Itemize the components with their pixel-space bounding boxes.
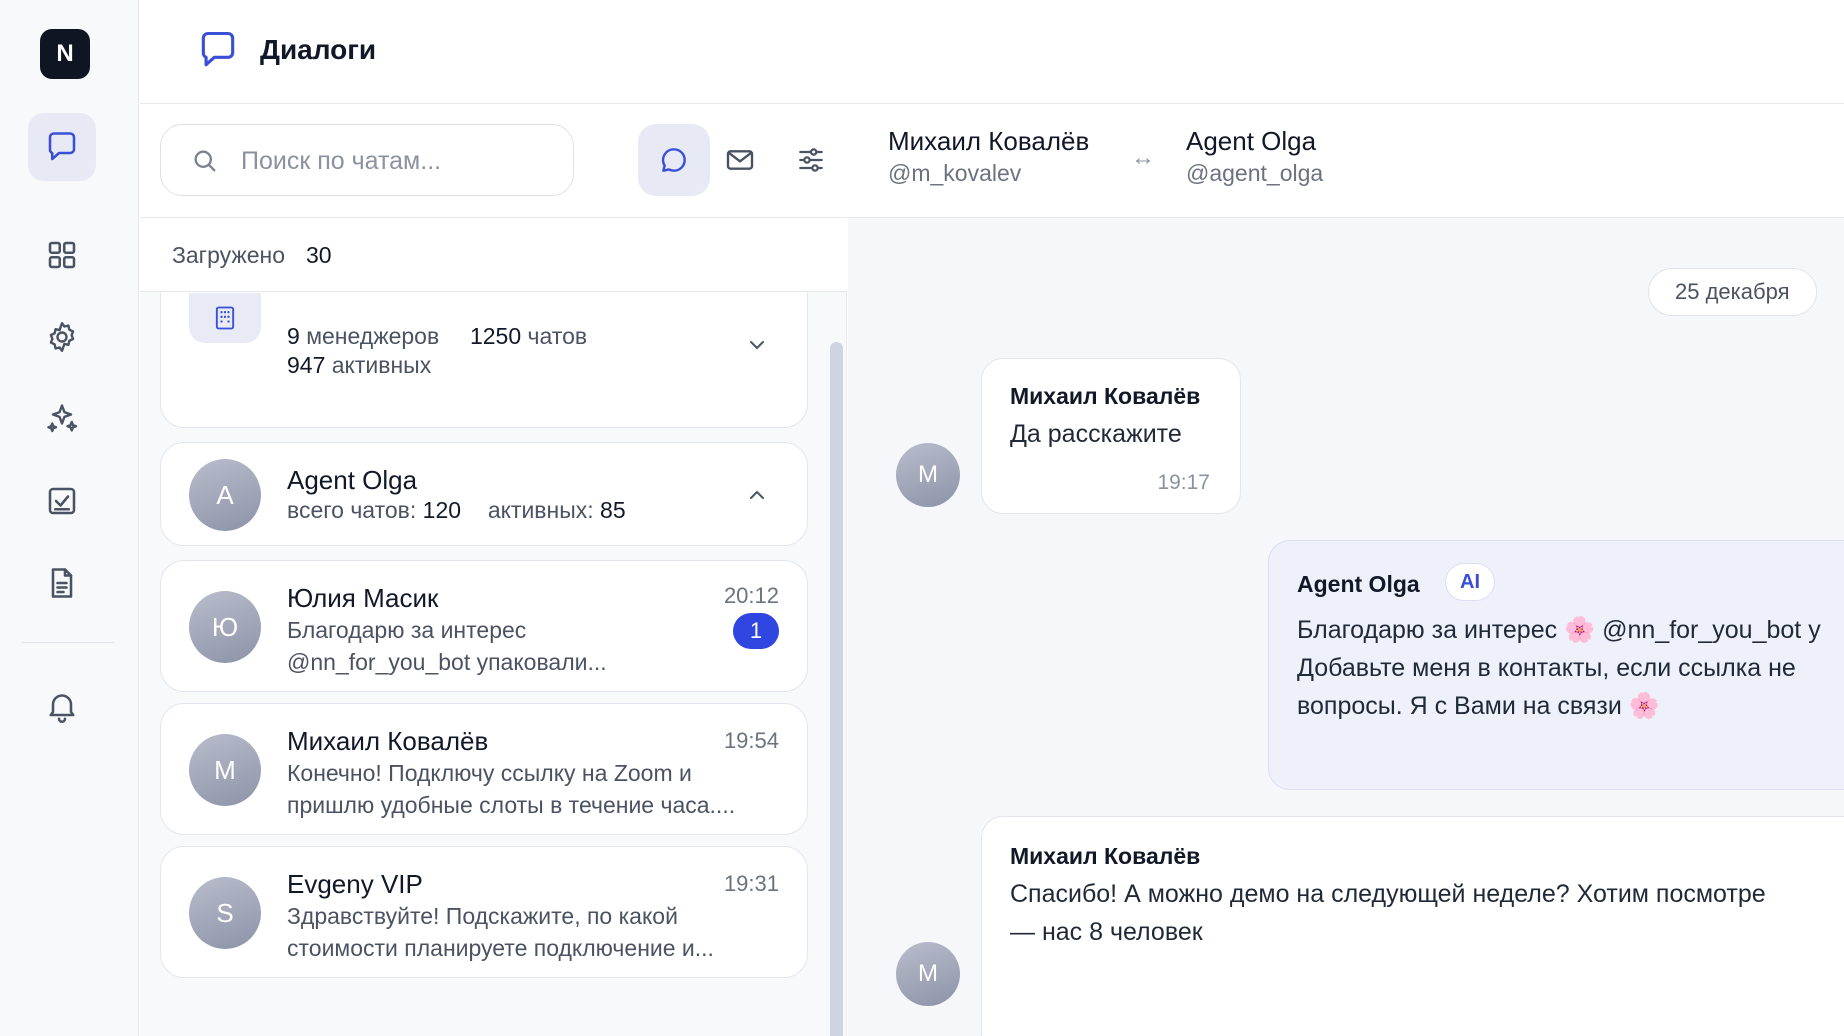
filter-mail-button[interactable]	[704, 124, 776, 196]
chat-preview: Конечно! Подключу ссылку на Zoom и пришл…	[287, 760, 736, 818]
conversation-header: Михаил Ковалёв @m_kovalev ↔ Agent Olga @…	[848, 104, 1844, 218]
chat-list[interactable]: 9 менеджеров 1250 чатов 947 активных A A…	[140, 292, 847, 1036]
sidebar-divider	[22, 642, 114, 643]
page-title: Диалоги	[260, 34, 377, 65]
gear-icon	[49, 322, 75, 352]
message-thread[interactable]: 25 декабря М Михаил Ковалёв Да расскажит…	[848, 218, 1844, 1036]
chat-preview: Благодарю за интерес @nn_for_you_bot упа…	[287, 617, 607, 675]
chat-name: Юлия Масик	[287, 583, 439, 613]
message-text: Спасибо! А можно демо на следующей недел…	[1010, 880, 1766, 946]
search-box[interactable]	[160, 124, 574, 196]
loaded-count: 30	[306, 242, 332, 268]
chat-list-item[interactable]: S Evgeny VIP 19:31 Здравствуйте! Подскаж…	[160, 846, 808, 978]
chat-bubble-icon	[201, 31, 235, 67]
avatar: S	[189, 877, 261, 949]
message-author: Михаил Ковалёв	[1010, 383, 1201, 409]
mail-icon	[726, 150, 754, 170]
chat-name: Evgeny VIP	[287, 869, 423, 899]
sliders-icon	[799, 148, 823, 172]
search-input[interactable]	[241, 143, 561, 179]
sparkles-icon	[47, 404, 78, 433]
chat-bubble-icon	[661, 148, 686, 172]
chat-time: 20:12	[723, 583, 779, 608]
chevron-up-icon[interactable]	[745, 483, 769, 507]
ai-badge: AI	[1445, 563, 1495, 601]
agent-name: Agent Olga	[287, 465, 418, 495]
org-stats-line2: 947 активных	[287, 352, 432, 378]
participant-handle: @m_kovalev	[888, 160, 1022, 186]
message-author: Agent Olga	[1297, 571, 1420, 597]
chat-bubble-icon	[48, 132, 76, 161]
sidebar-item-notifications[interactable]	[28, 672, 96, 740]
avatar: A	[189, 459, 261, 531]
message-text: Да расскажите	[1010, 420, 1182, 448]
org-stats-line1: 9 менеджеров 1250 чатов	[287, 323, 588, 349]
bell-icon	[49, 694, 75, 723]
sidebar-item-ai[interactable]	[28, 385, 96, 453]
message-text: Благодарю за интерес 🌸 @nn_for_you_bot y…	[1297, 616, 1821, 720]
agent-stats: всего чатов: 120 активных: 85	[287, 497, 626, 523]
sidebar-item-settings[interactable]	[28, 303, 96, 371]
sidebar-item-dashboard[interactable]	[28, 221, 96, 289]
agent-name: Agent Olga	[1186, 126, 1317, 156]
sidebar-item-documents[interactable]	[28, 549, 96, 617]
message-bubble: Михаил Ковалёв Да расскажите 19:17	[981, 358, 1241, 514]
chevron-down-icon[interactable]	[745, 333, 769, 357]
filter-chats-button[interactable]	[638, 124, 710, 196]
sidebar-item-tasks[interactable]	[28, 467, 96, 535]
message-bubble: Михаил Ковалёв Спасибо! А можно демо на …	[981, 816, 1844, 1036]
message-time: 19:17	[1157, 471, 1210, 494]
sidebar-item-chats[interactable]	[28, 113, 96, 181]
building-icon	[189, 293, 261, 343]
loaded-label: Загружено	[172, 242, 286, 268]
arrows-icon: ↔	[1131, 144, 1155, 171]
avatar: М	[896, 443, 960, 507]
participant-name: Михаил Ковалёв	[888, 126, 1090, 156]
chat-list-item[interactable]: Ю Юлия Масик 20:12 Благодарю за интерес …	[160, 560, 808, 692]
chat-time: 19:54	[723, 728, 779, 753]
loaded-count-bar: Загружено 30	[140, 218, 847, 292]
chat-list-panel: Загружено 30 9 менеджеров 1250 чатов 947…	[140, 104, 847, 1036]
avatar: М	[896, 942, 960, 1006]
avatar: М	[189, 734, 261, 806]
grid-icon	[48, 241, 76, 269]
message-author: Михаил Ковалёв	[1010, 843, 1201, 869]
app-logo[interactable]: N	[40, 29, 90, 79]
agent-handle: @agent_olga	[1186, 160, 1324, 186]
date-separator: 25 декабря	[1648, 268, 1817, 316]
agent-group-card[interactable]: A Agent Olga всего чатов: 120 активных: …	[160, 442, 808, 546]
filter-settings-button[interactable]	[775, 124, 847, 196]
scrollbar[interactable]	[830, 342, 843, 1036]
org-group-card[interactable]: 9 менеджеров 1250 чатов 947 активных	[160, 292, 808, 428]
message-bubble-ai: Agent Olga AI Благодарю за интерес 🌸 @nn…	[1268, 540, 1844, 790]
page-header: Диалоги	[140, 0, 1844, 104]
chat-name: Михаил Ковалёв	[287, 726, 489, 756]
chat-preview: Здравствуйте! Подскажите, по какой стоим…	[287, 903, 714, 961]
chat-list-toolbar	[140, 104, 847, 218]
chat-list-item[interactable]: М Михаил Ковалёв 19:54 Конечно! Подключу…	[160, 703, 808, 835]
search-icon	[194, 150, 216, 172]
checkbox-icon	[48, 487, 76, 515]
document-icon	[51, 568, 73, 598]
avatar: Ю	[189, 591, 261, 663]
chat-time: 19:31	[723, 871, 779, 896]
unread-badge: 1	[733, 613, 779, 649]
sidebar-rail: N	[0, 0, 139, 1036]
